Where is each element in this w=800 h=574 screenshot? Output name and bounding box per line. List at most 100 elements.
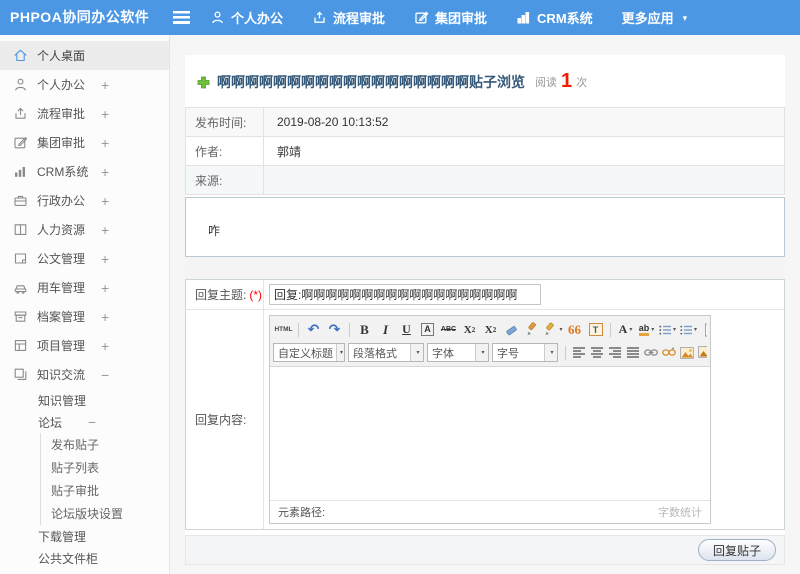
sidebar-item-topic-approval[interactable]: 贴子审批 — [41, 479, 169, 502]
upload-image-button[interactable] — [697, 344, 707, 362]
reply-submit-button[interactable]: 回复贴子 — [697, 539, 776, 561]
html-source-button[interactable]: HTML — [274, 320, 293, 339]
page-title: 啊啊啊啊啊啊啊啊啊啊啊啊啊啊啊啊啊啊贴子浏览 — [217, 74, 525, 90]
sidebar-item-workflow-approval[interactable]: 流程审批 + — [0, 99, 169, 128]
font-size-select[interactable]: 字号 ▾ — [492, 343, 558, 362]
table-row: 发布时间: 2019-08-20 10:13:52 — [185, 107, 785, 137]
remove-format-eraser-button[interactable] — [502, 320, 521, 339]
sidebar-item-document-management[interactable]: 公文管理 + — [0, 244, 169, 273]
sidebar-item-archive-management[interactable]: 档案管理 + — [0, 302, 169, 331]
person-icon — [13, 77, 28, 92]
read-count: 1 — [561, 70, 573, 92]
sidebar-item-topic-list[interactable]: 贴子列表 — [41, 456, 169, 479]
nav-group-approval[interactable]: 集团审批 — [414, 8, 487, 27]
sidebar-item-forum-board-settings[interactable]: 论坛版块设置 — [41, 502, 169, 525]
reply-subject-input[interactable] — [269, 284, 541, 305]
redo-button[interactable]: ↷ — [325, 320, 344, 339]
reply-content-row: 回复内容: HTML ↶ ↷ B I U A ABC X 2 X 2 ▾ 66 … — [186, 310, 784, 529]
sidebar-item-download-management[interactable]: 下载管理 — [0, 525, 169, 547]
author-value: 郭靖 — [263, 136, 785, 166]
chevron-down-icon: ▾ — [475, 344, 488, 361]
nav-personal-office[interactable]: 个人办公 — [210, 8, 283, 27]
quick-format-brush-button[interactable]: ▾ — [544, 320, 563, 339]
reply-content-label-cell: 回复内容: — [186, 310, 264, 529]
sidebar-item-knowledge-exchange[interactable]: 知识交流 − — [0, 360, 169, 389]
group-approval-icon — [13, 135, 28, 150]
chevron-down-icon: ▾ — [336, 344, 344, 361]
car-icon — [13, 280, 28, 295]
remove-link-button[interactable] — [661, 344, 677, 362]
align-right-button[interactable] — [607, 344, 623, 362]
font-family-select[interactable]: 字体 ▾ — [427, 343, 489, 362]
sidebar-item-forum[interactable]: 论坛 − — [0, 411, 169, 433]
nav-more-apps[interactable]: 更多应用 — [622, 8, 674, 27]
publish-time-value: 2019-08-20 10:13:52 — [263, 107, 785, 137]
sidebar-item-group-approval[interactable]: 集团审批 + — [0, 128, 169, 157]
boxed-text-button[interactable]: A — [418, 320, 437, 339]
insert-link-button[interactable] — [643, 344, 659, 362]
caret-down-icon[interactable]: ▾ — [683, 13, 688, 24]
editor-body[interactable] — [270, 367, 710, 500]
sidebar: 个人桌面 个人办公 + 流程审批 + 集团审批 + CRM系统 + 行政办公 +… — [0, 35, 170, 574]
sidebar-item-project-management[interactable]: 项目管理 + — [0, 331, 169, 360]
nav-workflow-approval[interactable]: 流程审批 — [312, 8, 385, 27]
sidebar-item-public-file-cabinet[interactable]: 公共文件柜 — [0, 547, 169, 569]
chart-icon — [13, 164, 28, 179]
reply-subject-label-cell: 回复主题: (*) — [186, 280, 264, 309]
chart-icon — [516, 10, 531, 25]
plus-icon — [197, 76, 210, 89]
sidebar-item-human-resources[interactable]: 人力资源 + — [0, 215, 169, 244]
table-row: 作者: 郭靖 — [185, 136, 785, 166]
template-button[interactable]: T — [586, 320, 605, 339]
sidebar-item-knowledge-management[interactable]: 知识管理 — [0, 389, 169, 411]
paragraph-format-select[interactable]: 段落格式 ▾ — [348, 343, 424, 362]
toolbar-separator — [298, 322, 299, 337]
strikethrough-button[interactable]: ABC — [439, 320, 458, 339]
form-action-bar: 回复贴子 — [185, 535, 785, 565]
sidebar-item-personal-office[interactable]: 个人办公 + — [0, 70, 169, 99]
subscript-button[interactable]: X2 — [481, 320, 500, 339]
book-icon — [13, 222, 28, 237]
editor-toolbar-row-2: 自定义标题 ▾ 段落格式 ▾ 字体 ▾ 字号 ▾ — [273, 341, 707, 364]
insert-image-button[interactable] — [679, 344, 695, 362]
workflow-icon — [13, 106, 28, 121]
align-left-button[interactable] — [571, 344, 587, 362]
reply-form: 回复主题: (*) 回复内容: HTML — [185, 279, 785, 530]
sidebar-item-personal-desktop[interactable]: 个人桌面 — [0, 41, 169, 70]
bold-button[interactable]: B — [355, 320, 374, 339]
read-label: 阅读 — [535, 77, 557, 89]
workflow-icon — [312, 10, 327, 25]
person-icon — [210, 10, 225, 25]
nav-crm-system[interactable]: CRM系统 — [516, 8, 593, 27]
heading-select[interactable]: 自定义标题 ▾ — [273, 343, 345, 362]
sidebar-item-post-topic[interactable]: 发布贴子 — [41, 433, 169, 456]
undo-button[interactable]: ↶ — [304, 320, 323, 339]
italic-button[interactable]: I — [376, 320, 395, 339]
chevron-down-icon: ▾ — [544, 344, 557, 361]
sidebar-item-crm-system[interactable]: CRM系统 + — [0, 157, 169, 186]
toolbar-separator — [565, 345, 566, 360]
sidebar-item-vehicle-management[interactable]: 用车管理 + — [0, 273, 169, 302]
font-color-button[interactable]: A ▾ — [616, 320, 635, 339]
archive-icon — [13, 309, 28, 324]
unordered-list-button[interactable]: ▾ — [679, 320, 698, 339]
hamburger-menu-button[interactable] — [173, 11, 190, 24]
superscript-button[interactable]: X2 — [460, 320, 479, 339]
align-center-button[interactable] — [589, 344, 605, 362]
group-approval-icon — [414, 10, 429, 25]
toolbar-separator — [610, 322, 611, 337]
underline-button[interactable]: U — [397, 320, 416, 339]
ordered-list-button[interactable]: ▾ — [658, 320, 677, 339]
blank-page-button[interactable] — [700, 320, 707, 339]
source-value — [263, 165, 785, 195]
post-info-table: 发布时间: 2019-08-20 10:13:52 作者: 郭靖 来源: — [185, 107, 785, 195]
highlight-color-button[interactable]: ab ▾ — [637, 320, 656, 339]
publish-time-label: 发布时间: — [185, 107, 264, 137]
top-navigation: 个人办公 流程审批 集团审批 CRM系统 更多应用 ▾ — [210, 0, 687, 35]
editor-cell: HTML ↶ ↷ B I U A ABC X2 X 2 ▾ 66 T A ▾ a… — [264, 310, 784, 529]
blockquote-button[interactable]: 66 — [565, 320, 584, 339]
chevron-down-icon: ▾ — [410, 344, 423, 361]
align-justify-button[interactable] — [625, 344, 641, 362]
sidebar-item-admin-office[interactable]: 行政办公 + — [0, 186, 169, 215]
format-painter-brush-icon[interactable] — [523, 320, 542, 339]
